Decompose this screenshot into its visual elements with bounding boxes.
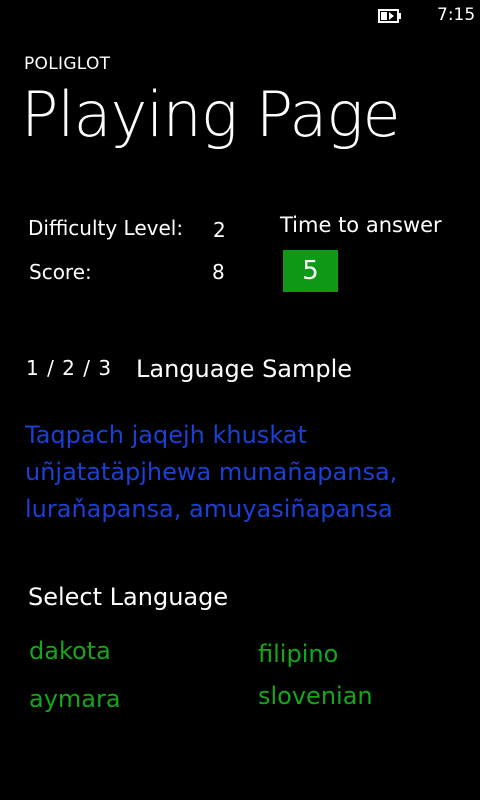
app-name: POLIGLOT xyxy=(24,54,111,74)
language-option-slovenian[interactable]: slovenian xyxy=(258,682,373,710)
battery-charging-icon xyxy=(378,9,401,23)
language-option-aymara[interactable]: aymara xyxy=(29,685,121,713)
language-option-dakota[interactable]: dakota xyxy=(29,637,111,665)
status-time: 7:15 xyxy=(437,5,476,25)
language-sample-title: Language Sample xyxy=(136,355,353,383)
difficulty-label: Difficulty Level: xyxy=(28,216,184,240)
score-value: 8 xyxy=(212,260,225,284)
score-label: Score: xyxy=(29,260,92,284)
language-option-filipino[interactable]: filipino xyxy=(258,640,338,668)
page-title: Playing Page xyxy=(21,78,401,151)
select-language-title: Select Language xyxy=(28,583,229,611)
countdown-timer: 5 xyxy=(283,250,338,292)
time-to-answer-label: Time to answer xyxy=(280,213,442,237)
language-sample-text: Taqpach jaqejh khuskat uñjatatäpjhewa mu… xyxy=(25,421,398,523)
difficulty-value: 2 xyxy=(213,218,226,242)
round-progress: 1 / 2 / 3 xyxy=(26,356,113,380)
